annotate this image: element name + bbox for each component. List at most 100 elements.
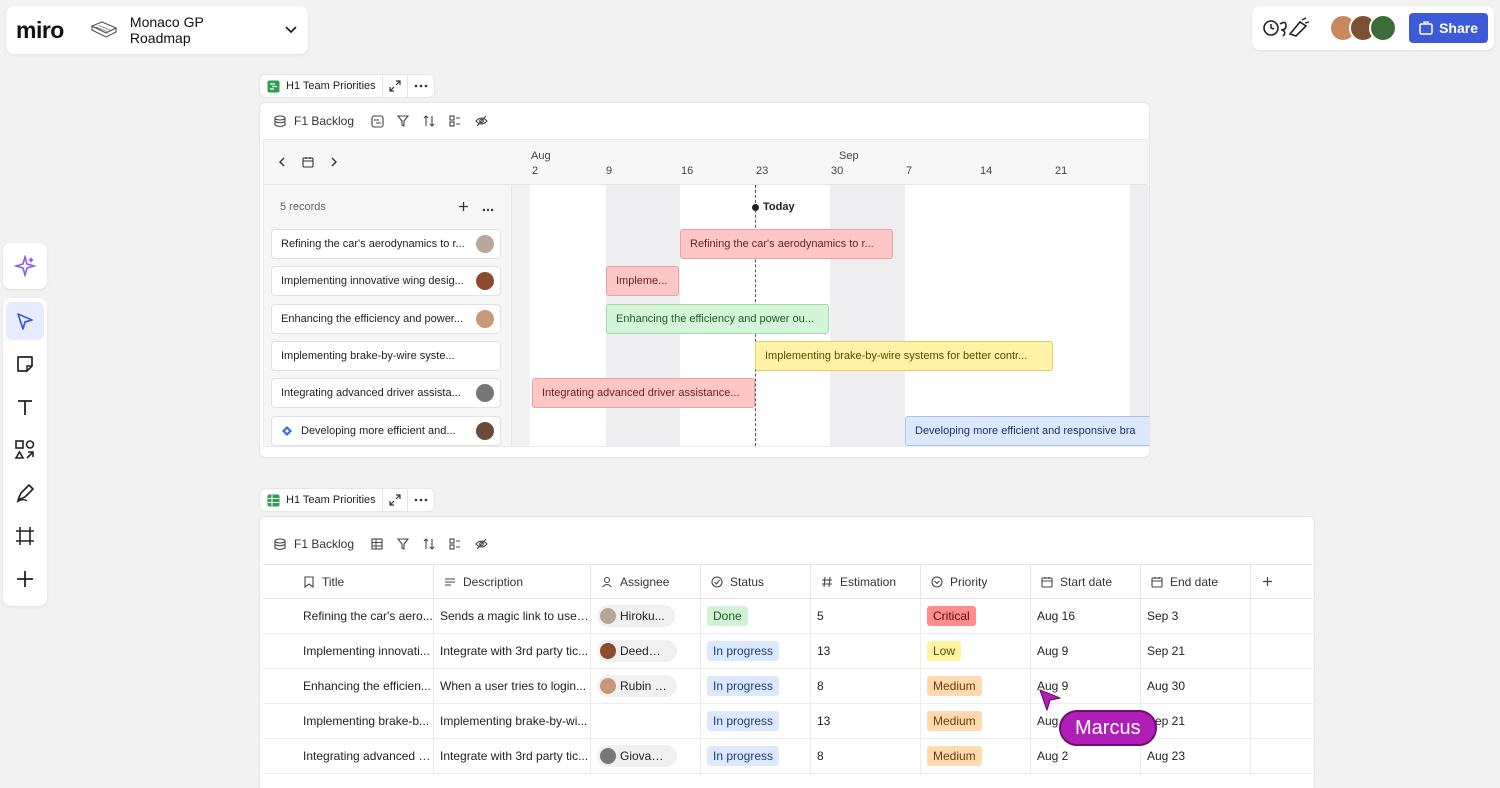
- record-row[interactable]: Enhancing the efficiency and power...: [271, 304, 501, 334]
- timeline-title-label[interactable]: H1 Team Priorities: [260, 75, 382, 97]
- assignee-chip[interactable]: Giovanni...: [597, 745, 677, 767]
- hide-icon[interactable]: [472, 535, 490, 553]
- collaborator-avatars[interactable]: [1329, 14, 1398, 42]
- record-row[interactable]: Developing more efficient and...: [271, 416, 501, 446]
- table-row[interactable]: Integrating advanced d... Integrate with…: [263, 739, 1313, 774]
- chevron-down-icon[interactable]: [280, 19, 302, 41]
- reactions-icon[interactable]: [1262, 15, 1313, 41]
- table-title-label[interactable]: H1 Team Priorities: [260, 489, 382, 511]
- column-header-priority[interactable]: Priority: [921, 565, 1031, 598]
- avatar: [600, 748, 616, 764]
- miro-logo[interactable]: miro: [16, 17, 78, 44]
- ai-assist-button[interactable]: [3, 243, 47, 289]
- board-title[interactable]: Monaco GP Roadmap: [130, 14, 268, 46]
- add-tool[interactable]: [6, 560, 44, 598]
- timeline-widget[interactable]: F1 Backlog Aug Sep 2 9 16 23 30 7 14 21 …: [259, 102, 1150, 458]
- table-row[interactable]: Refining the car's aero... Sends a magic…: [263, 599, 1313, 634]
- plus-icon[interactable]: [458, 199, 469, 217]
- column-header-end-date[interactable]: End date: [1141, 565, 1251, 598]
- person-icon: [601, 576, 613, 588]
- add-column-button[interactable]: [1251, 565, 1313, 598]
- jira-icon: [281, 425, 293, 437]
- status-badge[interactable]: In progress: [707, 746, 780, 766]
- sparkle-icon: [14, 255, 36, 277]
- expand-icon[interactable]: [381, 75, 407, 97]
- priority-badge[interactable]: Critical: [927, 606, 976, 626]
- table-row[interactable]: Implementing innovati... Integrate with …: [263, 634, 1313, 669]
- cursor-arrow-icon: [17, 313, 33, 330]
- grid-view-icon[interactable]: [368, 535, 386, 553]
- timeline-bar[interactable]: Impleme...: [606, 266, 679, 296]
- record-row[interactable]: Implementing innovative wing desig...: [271, 266, 501, 296]
- assignee-chip[interactable]: Deedee...: [597, 640, 677, 662]
- status-badge[interactable]: In progress: [707, 641, 780, 661]
- source-label[interactable]: F1 Backlog: [294, 114, 354, 128]
- group-icon[interactable]: [446, 112, 464, 130]
- status-badge[interactable]: In progress: [707, 711, 780, 731]
- column-header-start-date[interactable]: Start date: [1031, 565, 1141, 598]
- table-header-row: Title Description Assignee Status Estima…: [263, 564, 1313, 599]
- column-header-assignee[interactable]: Assignee: [591, 565, 701, 598]
- status-badge[interactable]: In progress: [707, 676, 780, 696]
- avatar[interactable]: [1369, 14, 1398, 42]
- timeline-bar[interactable]: Implementing brake-by-wire systems for b…: [755, 341, 1053, 371]
- record-row[interactable]: Integrating advanced driver assista...: [271, 378, 501, 408]
- select-tool[interactable]: [6, 302, 44, 340]
- column-header-title[interactable]: Title: [263, 565, 434, 598]
- timeline-nav: [274, 154, 342, 170]
- column-header-description[interactable]: Description: [434, 565, 591, 598]
- assignee-cell[interactable]: [591, 704, 701, 738]
- shapes-tool[interactable]: [6, 431, 44, 469]
- month-label: Sep: [839, 150, 859, 162]
- pen-icon: [16, 484, 34, 503]
- week-column: [980, 185, 1055, 446]
- filter-icon[interactable]: [394, 535, 412, 553]
- priority-badge[interactable]: Medium: [927, 676, 982, 696]
- record-row[interactable]: Implementing brake-by-wire syste...: [271, 341, 501, 371]
- text-tool[interactable]: [6, 388, 44, 426]
- more-icon[interactable]: [406, 489, 434, 511]
- lines-icon: [444, 576, 456, 588]
- timeline-widget-title: H1 Team Priorities: [259, 74, 435, 98]
- sort-icon[interactable]: [420, 112, 438, 130]
- table-widget[interactable]: F1 Backlog Title Description Assignee St…: [259, 516, 1315, 788]
- source-label[interactable]: F1 Backlog: [294, 537, 354, 551]
- timeline-bar[interactable]: Enhancing the efficiency and power ou...: [606, 304, 829, 334]
- sticky-note-icon: [17, 356, 33, 372]
- more-icon[interactable]: [482, 199, 494, 217]
- group-icon[interactable]: [446, 535, 464, 553]
- day-label: 14: [980, 165, 993, 177]
- column-header-status[interactable]: Status: [701, 565, 811, 598]
- expand-icon[interactable]: [381, 489, 407, 511]
- timeline-grid[interactable]: Today Refining the car's aerodynamics to…: [512, 185, 1149, 446]
- priority-badge[interactable]: Medium: [927, 746, 982, 766]
- chevron-left-icon[interactable]: [274, 154, 290, 170]
- table-row[interactable]: Enhancing the efficien... When a user tr…: [263, 669, 1313, 704]
- frame-tool[interactable]: [6, 517, 44, 555]
- priority-badge[interactable]: Medium: [927, 711, 982, 731]
- calendar-icon[interactable]: [300, 154, 316, 170]
- priority-badge[interactable]: Low: [927, 641, 962, 661]
- assignee-chip[interactable]: Rubin Ko...: [597, 675, 677, 697]
- column-header-estimation[interactable]: Estimation: [811, 565, 921, 598]
- avatar: [476, 384, 494, 402]
- share-button[interactable]: Share: [1409, 13, 1488, 43]
- filter-icon[interactable]: [394, 112, 412, 130]
- assignee-chip[interactable]: Hiroku...: [597, 605, 675, 627]
- pen-tool[interactable]: [6, 474, 44, 512]
- avatar: [476, 310, 494, 328]
- timeline-bar[interactable]: Developing more efficient and responsive…: [905, 416, 1149, 446]
- more-icon[interactable]: [406, 75, 434, 97]
- collaborator-cursor-label: Marcus: [1059, 710, 1157, 746]
- status-badge[interactable]: Done: [707, 606, 748, 626]
- timeline-toolbar: F1 Backlog: [260, 103, 1149, 139]
- timeline-bar[interactable]: Integrating advanced driver assistance..…: [532, 378, 755, 408]
- sort-icon[interactable]: [420, 535, 438, 553]
- chevron-right-icon[interactable]: [326, 154, 342, 170]
- view-icon[interactable]: [368, 112, 386, 130]
- today-label: Today: [763, 201, 795, 213]
- hide-icon[interactable]: [472, 112, 490, 130]
- sticky-note-tool[interactable]: [6, 345, 44, 383]
- timeline-bar[interactable]: Refining the car's aerodynamics to r...: [680, 229, 893, 259]
- record-row[interactable]: Refining the car's aerodynamics to r...: [271, 229, 501, 259]
